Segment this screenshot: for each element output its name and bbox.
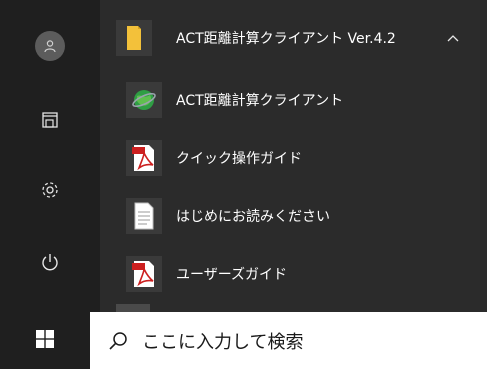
search-placeholder: ここに入力して検索 [142, 331, 304, 353]
search-box[interactable]: ここに入力して検索 [90, 312, 487, 369]
text-document-icon [126, 198, 162, 234]
app-group-label: ACT距離計算クライアント Ver.4.2 [176, 31, 396, 47]
settings-button[interactable] [0, 168, 100, 216]
app-item-act-client[interactable]: ACT距離計算クライアント [126, 78, 466, 122]
app-item-label: クイック操作ガイド [176, 151, 302, 167]
power-button[interactable] [0, 240, 100, 288]
partial-app-tile [116, 304, 150, 312]
globe-app-icon [126, 82, 162, 118]
documents-button[interactable] [0, 98, 100, 146]
gear-icon [40, 180, 60, 204]
power-icon [40, 252, 60, 276]
taskbar: ここに入力して検索 [0, 312, 487, 369]
document-icon [40, 110, 60, 134]
app-item-label: ACT距離計算クライアント [176, 93, 344, 109]
search-icon [106, 329, 130, 353]
user-account-button[interactable] [0, 22, 100, 70]
app-item-label: はじめにお読みください [176, 209, 330, 225]
windows-logo-icon [36, 329, 54, 352]
start-button[interactable] [0, 312, 90, 369]
pdf-file-icon [126, 256, 162, 292]
folder-icon [116, 20, 152, 56]
app-item-readme[interactable]: はじめにお読みください [126, 194, 466, 238]
app-item-quick-guide[interactable]: クイック操作ガイド [126, 136, 466, 180]
chevron-up-icon[interactable] [441, 26, 465, 50]
app-group-header[interactable]: ACT距離計算クライアント Ver.4.2 [100, 14, 487, 62]
app-item-users-guide[interactable]: ユーザーズガイド [126, 252, 466, 296]
pdf-file-icon [126, 140, 162, 176]
user-avatar-icon [35, 31, 65, 61]
app-item-label: ユーザーズガイド [176, 267, 288, 283]
start-app-list: ACT距離計算クライアント Ver.4.2 ACT距離計算クライアント クイック… [100, 0, 487, 312]
